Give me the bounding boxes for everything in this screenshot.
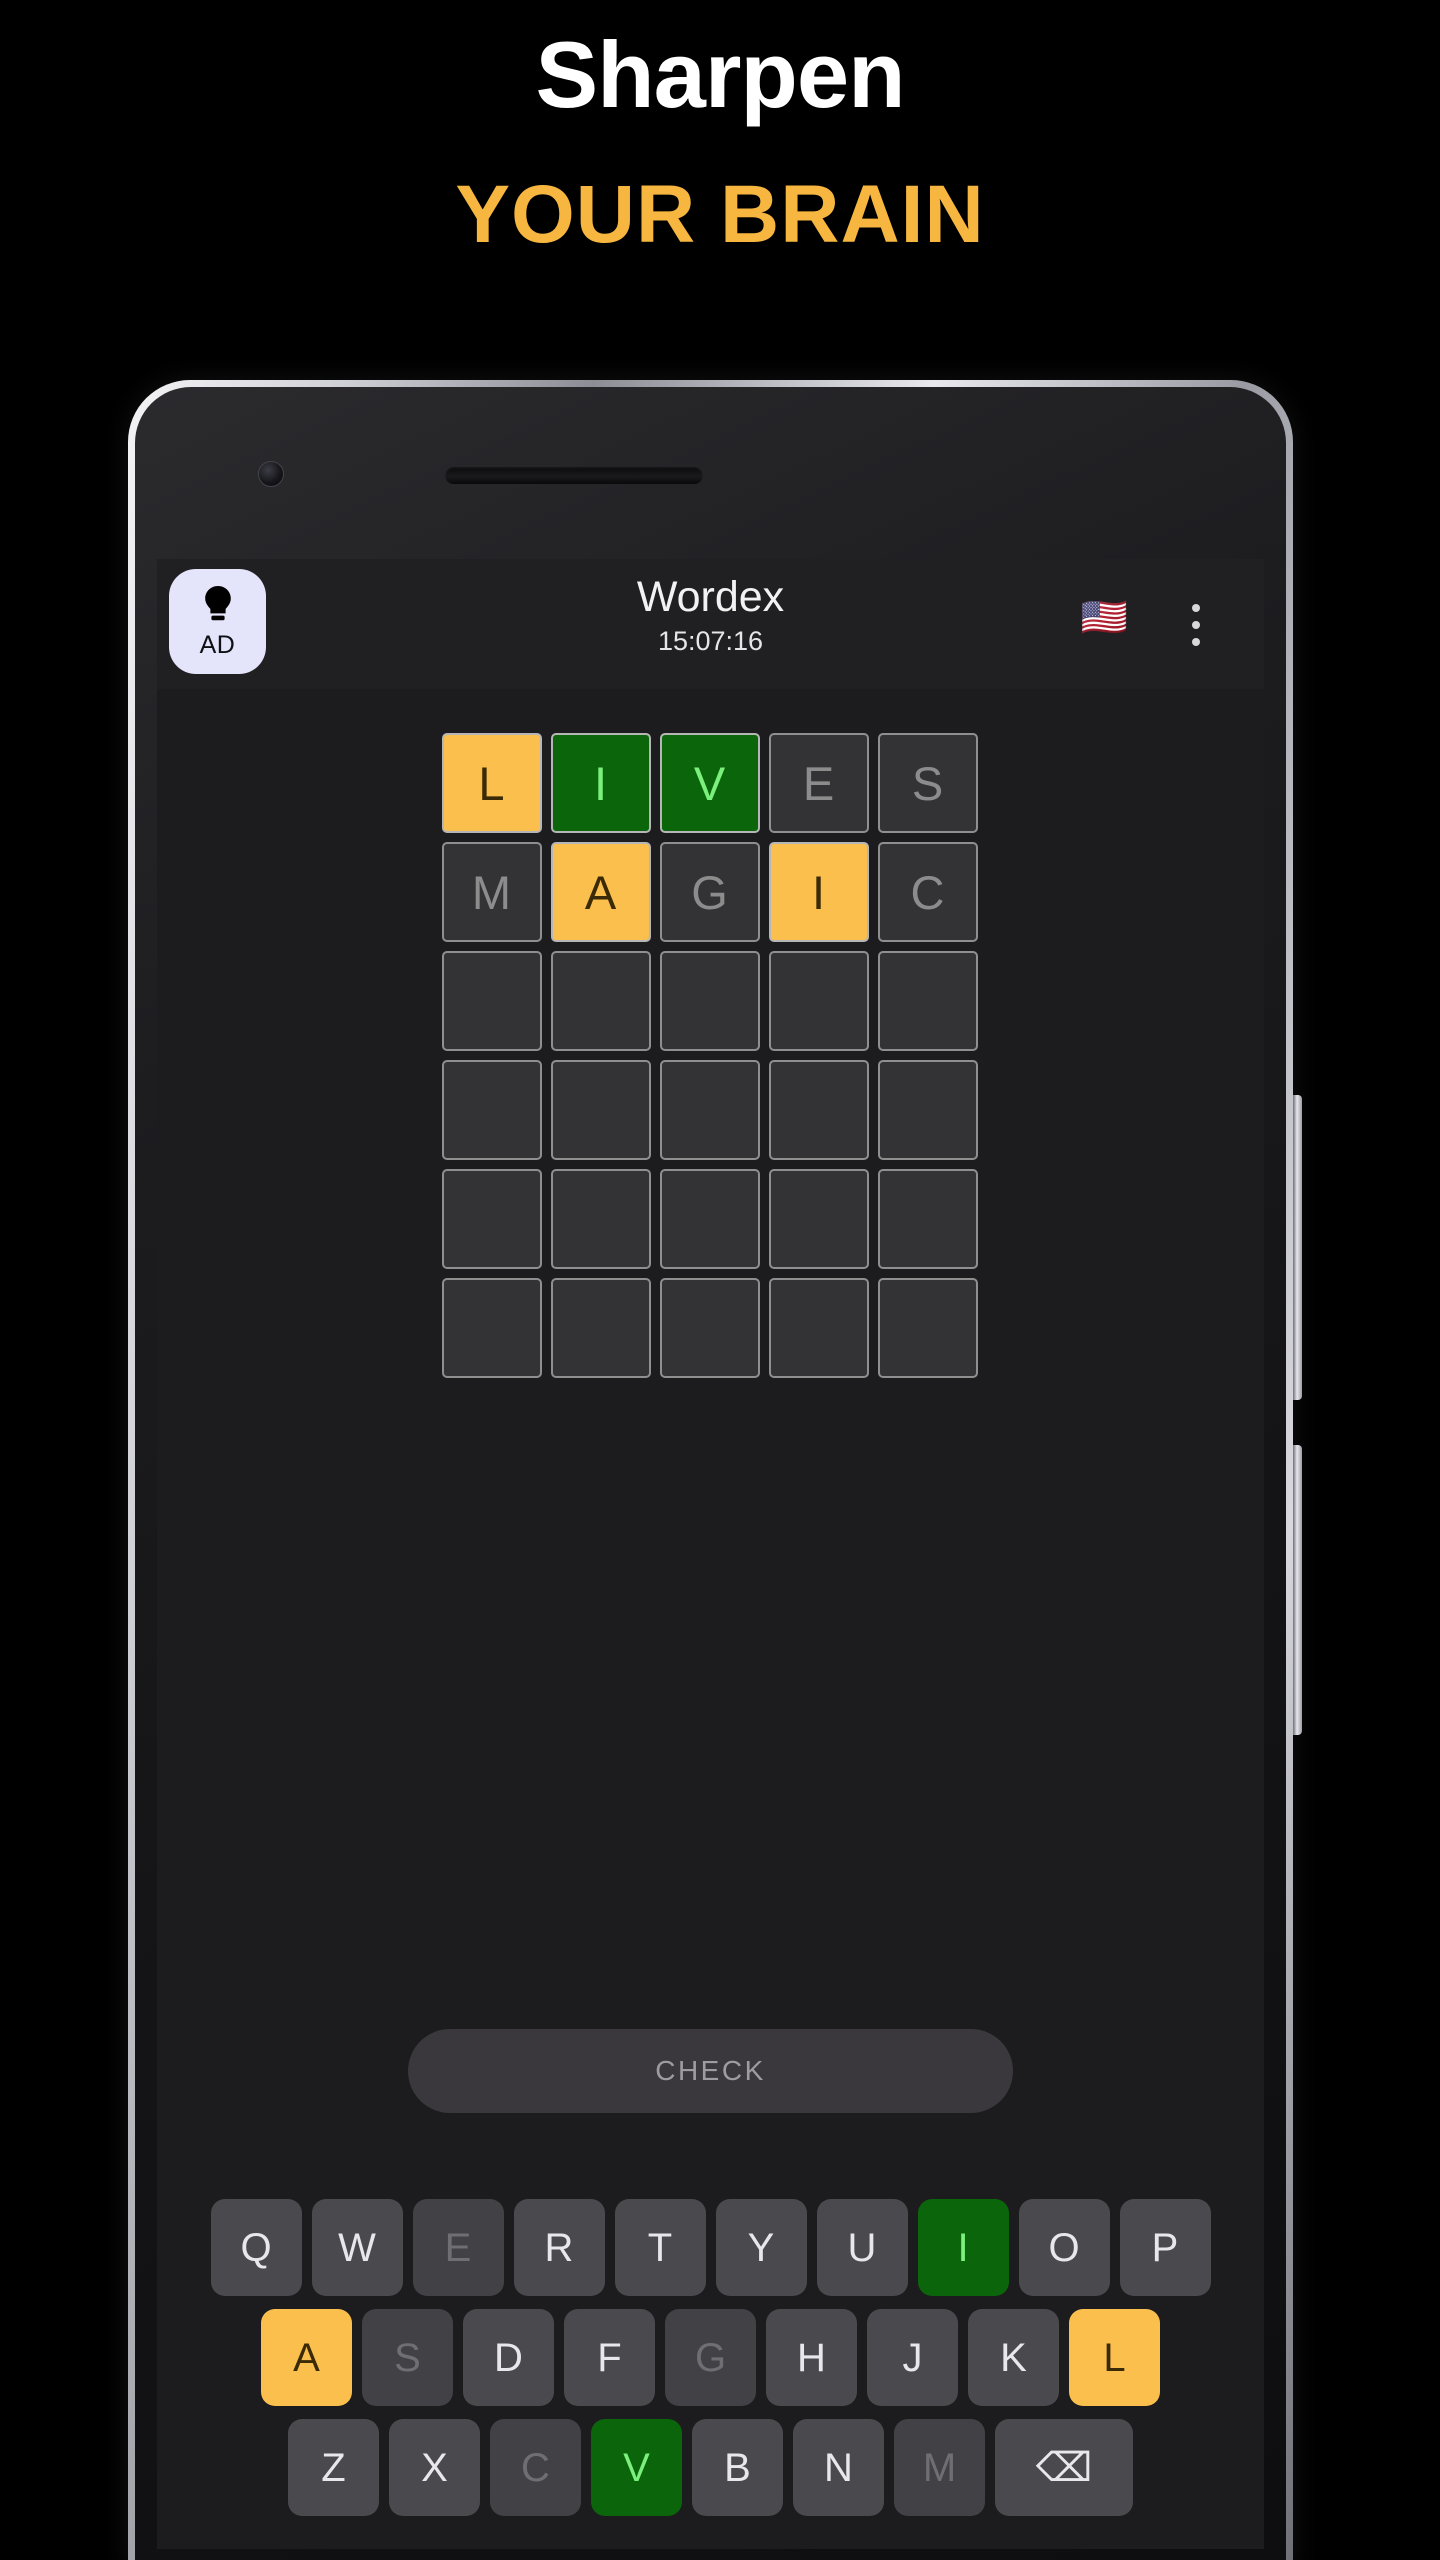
grid-tile-r4-c5: [877, 1060, 978, 1160]
grid-tile-r4-c4: [768, 1060, 869, 1160]
ad-button-label: AD: [199, 630, 236, 659]
key-p[interactable]: P: [1119, 2199, 1211, 2296]
key-s[interactable]: S: [362, 2309, 453, 2406]
key-l[interactable]: L: [1069, 2309, 1160, 2406]
promo-headline-secondary: YOUR BRAIN: [455, 169, 985, 260]
key-g[interactable]: G: [665, 2309, 756, 2406]
phone-mockup: AD Wordex 15:07:16 🇺🇸 LIVESMAGIC CHECK Q…: [128, 380, 1318, 2560]
key-v[interactable]: V: [591, 2419, 682, 2516]
grid-tile-r1-c1: L: [441, 733, 542, 833]
grid-tile-r1-c3: V: [659, 733, 760, 833]
front-camera-icon: [258, 461, 284, 487]
grid-tile-r4-c1: [441, 1060, 542, 1160]
key-u[interactable]: U: [816, 2199, 908, 2296]
app-bar: AD Wordex 15:07:16 🇺🇸: [157, 559, 1264, 689]
grid-tile-r5-c3: [659, 1169, 760, 1269]
key-j[interactable]: J: [867, 2309, 958, 2406]
grid-tile-r2-c5: C: [877, 842, 978, 942]
grid-tile-r6-c1: [441, 1278, 542, 1378]
key-o[interactable]: O: [1018, 2199, 1110, 2296]
word-grid: LIVESMAGIC: [441, 733, 980, 1378]
grid-tile-r5-c5: [877, 1169, 978, 1269]
keyboard-row-3: Z X C V B N M ⌫: [171, 2419, 1250, 2516]
grid-tile-r6-c3: [659, 1278, 760, 1378]
grid-tile-r3-c2: [550, 951, 651, 1051]
promo-headline-primary: Sharpen: [535, 22, 905, 127]
phone-top-bezel: [157, 409, 1264, 559]
grid-tile-r2-c2: A: [550, 842, 651, 942]
key-t[interactable]: T: [614, 2199, 706, 2296]
grid-tile-r2-c1: M: [441, 842, 542, 942]
key-z[interactable]: Z: [288, 2419, 379, 2516]
overflow-menu-icon[interactable]: [1174, 595, 1218, 655]
key-e[interactable]: E: [412, 2199, 504, 2296]
key-w[interactable]: W: [311, 2199, 403, 2296]
backspace-key[interactable]: ⌫: [995, 2419, 1133, 2516]
grid-tile-r3-c5: [877, 951, 978, 1051]
phone-screen: AD Wordex 15:07:16 🇺🇸 LIVESMAGIC CHECK Q…: [157, 559, 1264, 2549]
grid-tile-r1-c4: E: [768, 733, 869, 833]
key-b[interactable]: B: [692, 2419, 783, 2516]
grid-tile-r6-c5: [877, 1278, 978, 1378]
key-k[interactable]: K: [968, 2309, 1059, 2406]
phone-power-button[interactable]: [1293, 1445, 1302, 1735]
grid-tile-r4-c3: [659, 1060, 760, 1160]
key-a[interactable]: A: [261, 2309, 352, 2406]
phone-body: AD Wordex 15:07:16 🇺🇸 LIVESMAGIC CHECK Q…: [135, 387, 1286, 2560]
key-i[interactable]: I: [917, 2199, 1009, 2296]
key-q[interactable]: Q: [210, 2199, 302, 2296]
grid-tile-r3-c4: [768, 951, 869, 1051]
lightbulb-icon: [201, 584, 235, 629]
key-n[interactable]: N: [793, 2419, 884, 2516]
key-f[interactable]: F: [564, 2309, 655, 2406]
phone-volume-button[interactable]: [1293, 1095, 1302, 1400]
grid-tile-r5-c4: [768, 1169, 869, 1269]
menu-dot: [1192, 638, 1200, 646]
key-x[interactable]: X: [389, 2419, 480, 2516]
keyboard-row-1: QWERTYUIOP: [171, 2199, 1250, 2296]
check-button-container: CHECK: [157, 2029, 1264, 2113]
key-r[interactable]: R: [513, 2199, 605, 2296]
grid-tile-r4-c2: [550, 1060, 651, 1160]
key-d[interactable]: D: [463, 2309, 554, 2406]
menu-dot: [1192, 621, 1200, 629]
promo-header: Sharpen YOUR BRAIN: [0, 0, 1440, 370]
grid-tile-r3-c3: [659, 951, 760, 1051]
menu-dot: [1192, 604, 1200, 612]
grid-tile-r1-c2: I: [550, 733, 651, 833]
grid-tile-r1-c5: S: [877, 733, 978, 833]
on-screen-keyboard: Q W E R T Y U I O P A S D F G H J K L Z X C V B N M ⌫: [157, 2199, 1264, 2549]
earpiece-speaker: [445, 467, 703, 484]
grid-tile-r5-c1: [441, 1169, 542, 1269]
grid-tile-r6-c2: [550, 1278, 651, 1378]
phone-frame: AD Wordex 15:07:16 🇺🇸 LIVESMAGIC CHECK Q…: [128, 380, 1302, 2560]
grid-tile-r2-c4: I: [768, 842, 869, 942]
ad-hint-button[interactable]: AD: [169, 569, 266, 674]
language-flag-icon[interactable]: 🇺🇸: [1081, 599, 1128, 637]
key-y[interactable]: Y: [715, 2199, 807, 2296]
check-button[interactable]: CHECK: [408, 2029, 1013, 2113]
grid-tile-r3-c1: [441, 951, 542, 1051]
key-h[interactable]: H: [766, 2309, 857, 2406]
grid-tile-r6-c4: [768, 1278, 869, 1378]
grid-tile-r5-c2: [550, 1169, 651, 1269]
keyboard-row-2: ASDFGHJKL: [171, 2309, 1250, 2406]
key-c[interactable]: C: [490, 2419, 581, 2516]
grid-tile-r2-c3: G: [659, 842, 760, 942]
key-m[interactable]: M: [894, 2419, 985, 2516]
